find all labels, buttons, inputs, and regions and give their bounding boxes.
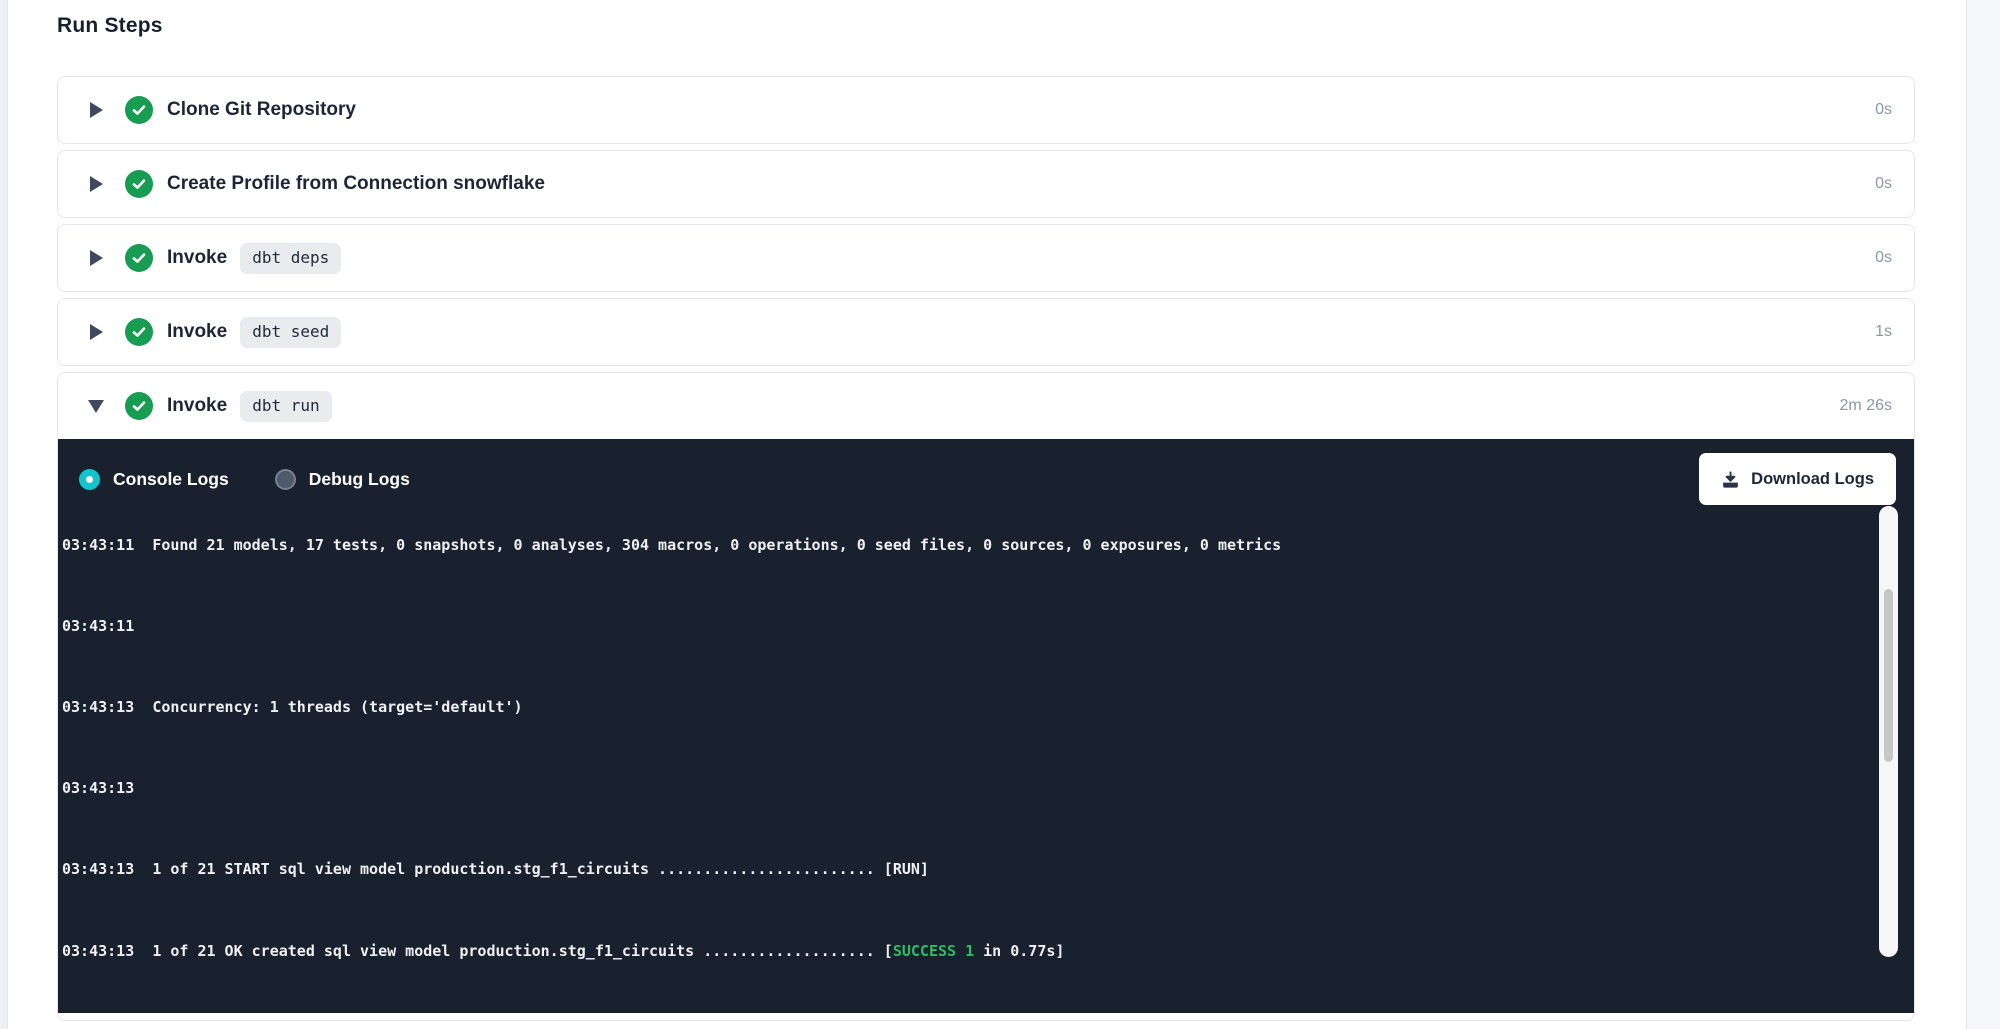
- check-circle-icon: [125, 170, 153, 198]
- radio-selected-icon[interactable]: [79, 469, 100, 490]
- download-logs-button[interactable]: Download Logs: [1699, 453, 1896, 505]
- console-logs-label[interactable]: Console Logs: [113, 469, 229, 490]
- step-card-4: Invoke dbt seed 1s: [57, 298, 1915, 366]
- log-message: Concurrency: 1 threads (target='default'…: [152, 698, 522, 716]
- step-label: Clone Git Repository: [167, 99, 356, 121]
- step-label: Create Profile from Connection snowflake: [167, 173, 545, 195]
- check-circle-icon: [125, 392, 153, 420]
- step-duration: 0s: [1875, 175, 1892, 193]
- chevron-right-icon[interactable]: [88, 102, 104, 118]
- chevron-right-icon[interactable]: [88, 250, 104, 266]
- console-log-output: 03:43:11 Found 21 models, 17 tests, 0 sn…: [62, 505, 1914, 1013]
- log-message: Found 21 models, 17 tests, 0 snapshots, …: [152, 536, 1281, 554]
- step-row[interactable]: Invoke dbt run 2m 26s: [58, 373, 1914, 439]
- chevron-right-icon[interactable]: [88, 324, 104, 340]
- log-line: 03:43:13: [62, 778, 1914, 798]
- log-status-success: SUCCESS 1: [893, 942, 974, 960]
- step-card-5: Invoke dbt run 2m 26s Console Logs Debug…: [57, 372, 1915, 1021]
- step-command-badge: dbt deps: [240, 243, 341, 274]
- step-command-badge: dbt run: [240, 391, 331, 422]
- step-duration: 0s: [1875, 249, 1892, 267]
- step-row[interactable]: Clone Git Repository 0s: [58, 77, 1914, 143]
- step-row[interactable]: Invoke dbt seed 1s: [58, 299, 1914, 365]
- log-line: 03:43:13 1 of 21 OK created sql view mod…: [62, 941, 1914, 961]
- step-label: Invoke: [167, 321, 227, 343]
- step-duration: 1s: [1875, 323, 1892, 341]
- chevron-down-icon[interactable]: [88, 400, 104, 413]
- debug-logs-label[interactable]: Debug Logs: [309, 469, 410, 490]
- download-icon: [1721, 470, 1740, 489]
- step-duration: 0s: [1875, 101, 1892, 119]
- log-timestamp: 03:43:13: [62, 698, 152, 716]
- log-panel-toolbar: Console Logs Debug Logs Download Logs: [58, 439, 1914, 505]
- log-scrollbar-thumb[interactable]: [1884, 589, 1893, 762]
- log-scrollbar-track[interactable]: [1879, 506, 1898, 957]
- download-logs-label: Download Logs: [1751, 470, 1874, 489]
- right-edge-strip: [1966, 0, 2000, 1029]
- check-circle-icon: [125, 318, 153, 346]
- check-circle-icon: [125, 244, 153, 272]
- log-message: 1 of 21 START sql view model production.…: [152, 860, 929, 878]
- console-log-viewport[interactable]: 03:43:11 Found 21 models, 17 tests, 0 sn…: [58, 505, 1914, 1013]
- steps-list: Clone Git Repository 0s Create Profile f…: [57, 76, 1915, 1021]
- log-line: 03:43:11 Found 21 models, 17 tests, 0 sn…: [62, 535, 1914, 555]
- run-steps-section: Run Steps Clone Git Repository 0s Create…: [57, 0, 1915, 1027]
- step-card-1: Clone Git Repository 0s: [57, 76, 1915, 144]
- log-panel: Console Logs Debug Logs Download Logs 03…: [58, 439, 1914, 1013]
- page-title: Run Steps: [57, 14, 1915, 38]
- log-timestamp: 03:43:13: [62, 860, 152, 878]
- step-card-2: Create Profile from Connection snowflake…: [57, 150, 1915, 218]
- log-timestamp: 03:43:11: [62, 617, 134, 635]
- step-label: Invoke: [167, 395, 227, 417]
- step-label: Invoke: [167, 247, 227, 269]
- log-message: 1 of 21 OK created sql view model produc…: [152, 942, 893, 960]
- debug-logs-radio[interactable]: Debug Logs: [275, 469, 410, 490]
- log-status-tail: in 0.77s]: [974, 942, 1064, 960]
- log-timestamp: 03:43:13: [62, 942, 152, 960]
- radio-unselected-icon[interactable]: [275, 469, 296, 490]
- log-line: 03:43:11: [62, 616, 1914, 636]
- step-duration: 2m 26s: [1840, 397, 1892, 415]
- log-timestamp: 03:43:13: [62, 779, 134, 797]
- log-timestamp: 03:43:11: [62, 536, 152, 554]
- left-edge-strip: [0, 0, 8, 1029]
- console-logs-radio[interactable]: Console Logs: [79, 469, 229, 490]
- chevron-right-icon[interactable]: [88, 176, 104, 192]
- step-row[interactable]: Invoke dbt deps 0s: [58, 225, 1914, 291]
- log-line: 03:43:13 1 of 21 START sql view model pr…: [62, 859, 1914, 879]
- step-command-badge: dbt seed: [240, 317, 341, 348]
- step-row[interactable]: Create Profile from Connection snowflake…: [58, 151, 1914, 217]
- log-line: 03:43:13 Concurrency: 1 threads (target=…: [62, 697, 1914, 717]
- check-circle-icon: [125, 96, 153, 124]
- step-card-3: Invoke dbt deps 0s: [57, 224, 1915, 292]
